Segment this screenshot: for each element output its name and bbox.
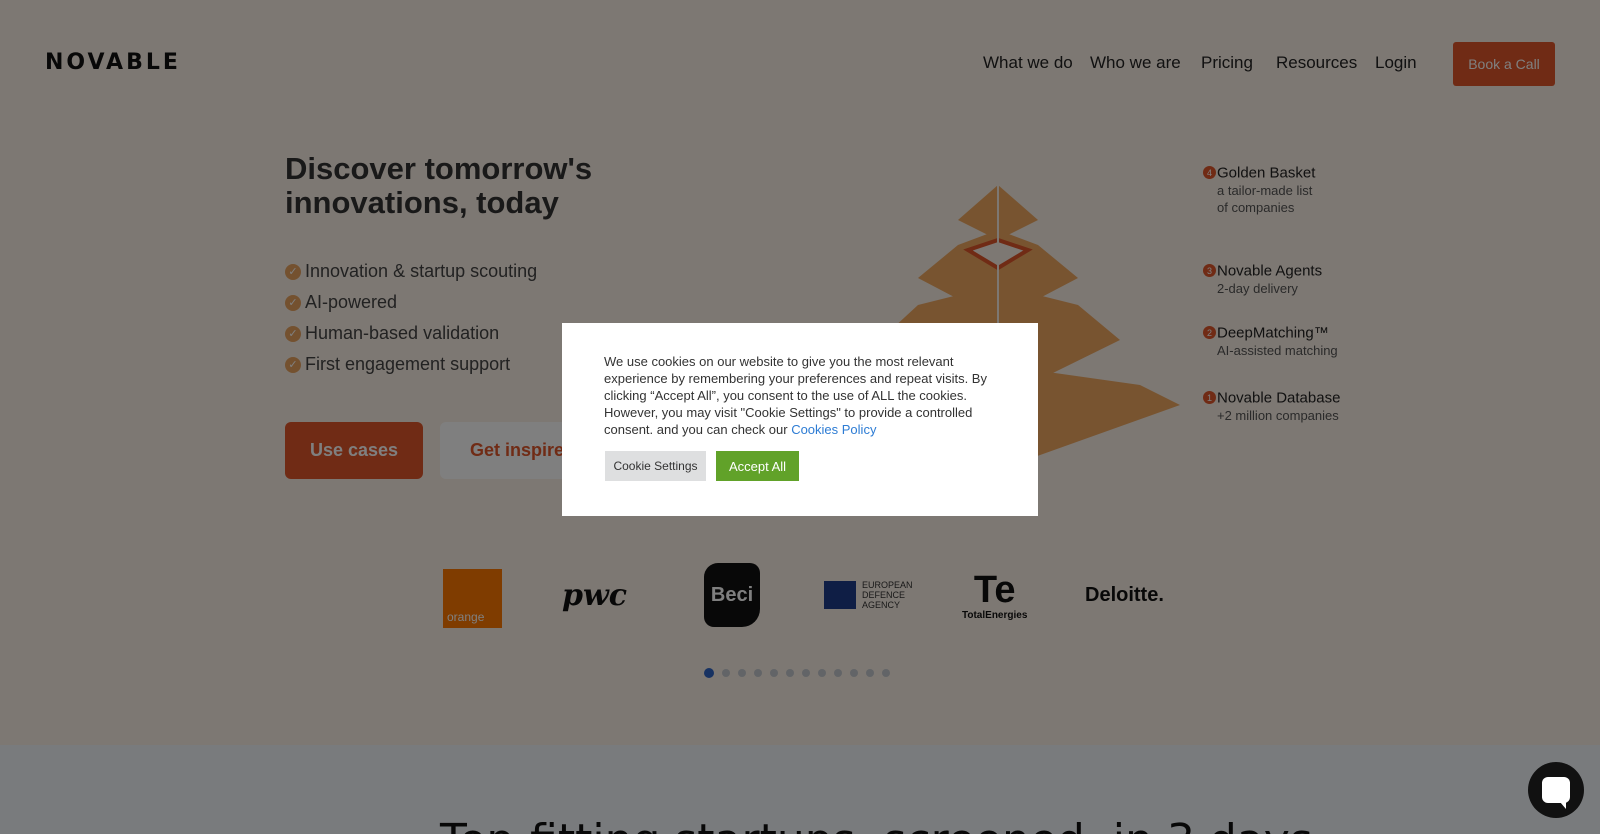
cookies-policy-link[interactable]: Cookies Policy — [791, 422, 876, 437]
cookie-buttons: Cookie Settings Accept All — [605, 451, 799, 481]
cookie-consent-dialog: We use cookies on our website to give yo… — [562, 323, 1038, 516]
cookie-message: We use cookies on our website to give yo… — [604, 353, 996, 438]
accept-all-button[interactable]: Accept All — [716, 451, 799, 481]
chat-bubble-icon — [1542, 777, 1570, 809]
cookie-settings-button[interactable]: Cookie Settings — [605, 451, 706, 481]
chat-launcher-button[interactable] — [1528, 762, 1584, 818]
